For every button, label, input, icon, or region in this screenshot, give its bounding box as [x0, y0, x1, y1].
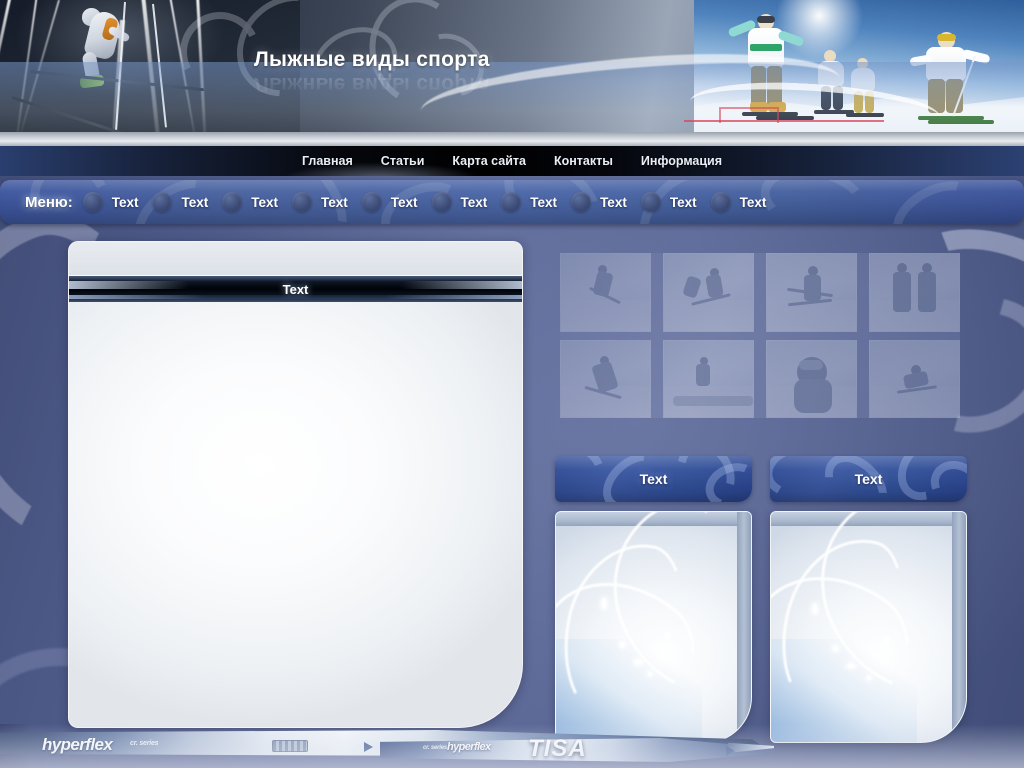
main-navigation: Главная Статьи Карта сайта Контакты Инфо…	[0, 146, 1024, 176]
bullet-icon	[640, 192, 661, 212]
sidebar-box-2-body	[770, 511, 967, 743]
menu-item-label: Text	[669, 194, 697, 210]
sidebar-box-1-header[interactable]: Text	[555, 456, 752, 502]
gallery-thumbnail-1[interactable]	[560, 253, 651, 332]
menu-item-label: Text	[739, 194, 767, 210]
sidebar-box-right-bar	[952, 512, 966, 742]
main-content-panel: Text	[68, 241, 523, 728]
brand-tisa: TISA	[528, 735, 587, 762]
content-panel-body	[69, 302, 522, 727]
header-logo-line	[684, 120, 884, 122]
menu-item-5[interactable]: Text	[361, 192, 430, 212]
header-logo-box	[719, 107, 779, 123]
ski-binding-plate	[272, 740, 308, 752]
header-glow-right	[402, 281, 522, 289]
sidebar-ornament-7	[886, 456, 966, 502]
menu-item-label: Text	[600, 194, 627, 210]
menu-item-label: Text	[251, 194, 278, 210]
menu-item-8[interactable]: Text	[571, 192, 639, 212]
ski-arrow-icon-1	[364, 742, 373, 752]
content-panel-title: Text	[282, 281, 309, 297]
site-title-reflection: Лыжные виды спорта	[254, 73, 490, 96]
menu-item-label: Text	[390, 194, 418, 210]
menu-item-9[interactable]: Text	[640, 192, 709, 212]
nav-item-articles[interactable]: Статьи	[381, 154, 425, 168]
sidebar-ornament-5	[770, 456, 832, 502]
menu-bar: Меню: Text Text Text Text Text Text Text	[0, 180, 1024, 224]
sidebar-box-1-title: Text	[639, 471, 668, 487]
sidebar-ornament-1	[555, 456, 614, 502]
skier-figure-mid-2	[846, 58, 886, 118]
bullet-icon	[431, 192, 452, 212]
brand-hyperflex-left: hyperflex	[42, 735, 113, 754]
sidebar-ornament-3	[666, 456, 746, 502]
menu-item-6[interactable]: Text	[431, 192, 500, 212]
bullet-icon	[710, 192, 731, 212]
sidebar-box-2-header[interactable]: Text	[770, 456, 967, 502]
bullet-icon	[501, 192, 522, 212]
bullet-icon	[152, 192, 173, 212]
brand-hyperflex-right: hyperflex	[447, 741, 491, 753]
gallery-thumbnail-2[interactable]	[663, 253, 754, 332]
menu-item-7[interactable]: Text	[501, 192, 569, 212]
thumbnail-gallery	[560, 253, 960, 418]
nav-item-contacts[interactable]: Контакты	[554, 154, 613, 168]
sidebar-art-swirl-2	[582, 512, 751, 715]
gallery-thumbnail-6[interactable]	[663, 339, 754, 418]
menu-item-10[interactable]: Text	[710, 192, 779, 212]
content-panel-header: Text	[69, 276, 522, 302]
sidebar-art-swirl-1	[556, 532, 701, 732]
menu-item-1[interactable]: Text	[82, 192, 151, 212]
sidebar-art-swirl-4	[771, 524, 923, 726]
menu-item-label: Text	[321, 194, 348, 210]
sidebar-column-left: Text	[555, 456, 752, 743]
ski-arrow-icon-2	[726, 746, 735, 756]
gallery-thumbnail-4[interactable]	[869, 253, 960, 332]
brand-sub-right: cr. series	[423, 745, 448, 751]
nav-item-information[interactable]: Информация	[641, 154, 722, 168]
sidebar-box-1-body	[555, 511, 752, 743]
menu-ornament-8	[881, 180, 991, 224]
sidebar-box-2-title: Text	[854, 471, 883, 487]
silver-divider-bar	[0, 132, 1024, 146]
menu-item-label: Text	[111, 194, 139, 210]
menu-item-4[interactable]: Text	[292, 192, 360, 212]
page-root: Лыжные виды спорта Лыжные виды спорта Гл…	[0, 0, 1024, 768]
gallery-thumbnail-3[interactable]	[766, 253, 857, 332]
bullet-icon	[361, 192, 382, 212]
menu-label: Меню:	[25, 193, 73, 211]
menu-item-label: Text	[460, 194, 488, 210]
header-banner: Лыжные виды спорта Лыжные виды спорта	[0, 0, 1024, 132]
menu-item-2[interactable]: Text	[152, 192, 220, 212]
menu-item-label: Text	[181, 194, 209, 210]
brand-sub-left: cr. series	[130, 740, 159, 747]
sidebar-ornament-4	[699, 456, 752, 502]
site-title: Лыжные виды спорта	[254, 48, 490, 71]
bullet-icon	[222, 192, 243, 212]
sidebar-art-swirl-3	[556, 548, 726, 742]
gallery-thumbnail-8[interactable]	[869, 339, 960, 418]
gallery-thumbnail-5[interactable]	[560, 339, 651, 418]
menu-item-label: Text	[530, 194, 558, 210]
nav-item-sitemap[interactable]: Карта сайта	[452, 154, 526, 168]
sidebar-box-top-bar	[771, 512, 966, 526]
skier-figure-front-left	[727, 14, 814, 120]
bullet-icon	[82, 192, 103, 212]
header-glow-left	[69, 281, 189, 289]
bullet-icon	[292, 192, 312, 212]
footer-ski-graphic: hyperflex cr. series cr. series hyperfle…	[0, 724, 1024, 768]
skier-figure-right	[909, 32, 994, 124]
sidebar-box-top-bar	[556, 512, 751, 526]
sidebar-ornament-8	[922, 456, 967, 502]
menu-item-3[interactable]: Text	[222, 192, 290, 212]
bullet-icon	[571, 192, 592, 212]
sidebar-box-right-bar	[737, 512, 751, 742]
gallery-thumbnail-7[interactable]	[766, 339, 857, 418]
sidebar-art-swirl-6	[771, 542, 941, 742]
nav-item-home[interactable]: Главная	[302, 154, 353, 168]
sidebar-column-right: Text	[770, 456, 967, 743]
content-panel-top-strip	[69, 242, 522, 276]
